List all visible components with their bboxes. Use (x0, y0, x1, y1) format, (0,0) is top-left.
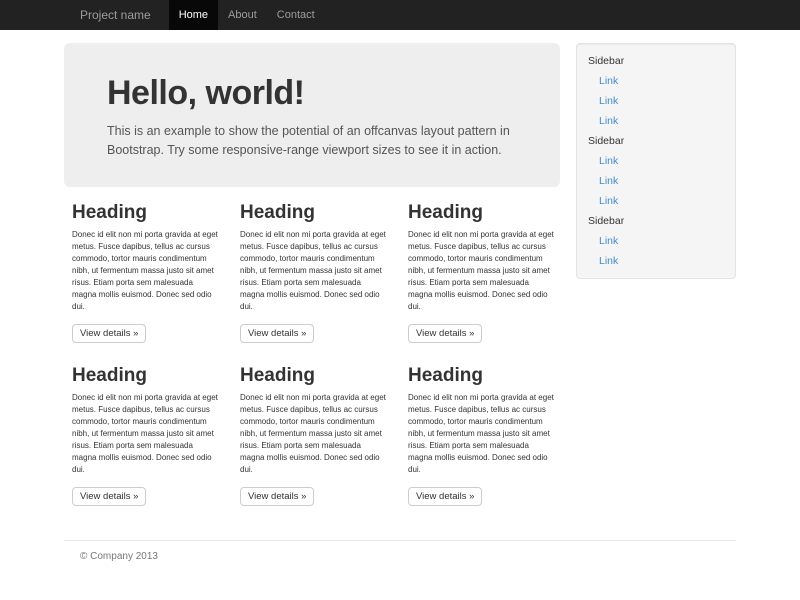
footer: © Company 2013 (64, 540, 736, 582)
feature-heading: Heading (240, 365, 387, 386)
main-column: Hello, world! This is an example to show… (64, 43, 560, 528)
feature-heading: Heading (408, 365, 555, 386)
navbar: Project name Home About Contact (0, 0, 800, 30)
content-row: Hello, world! This is an example to show… (64, 43, 736, 528)
sidebar-link[interactable]: Link (577, 91, 735, 111)
sidebar-link[interactable]: Link (577, 171, 735, 191)
sidebar-link[interactable]: Link (577, 231, 735, 251)
sidebar-group-3: Sidebar Link Link (577, 211, 735, 271)
feature-card: Heading Donec id elit non mi porta gravi… (232, 365, 400, 506)
feature-heading: Heading (72, 365, 219, 386)
view-details-button[interactable]: View details » (72, 324, 146, 343)
feature-heading: Heading (408, 202, 555, 223)
feature-body: Donec id elit non mi porta gravida at eg… (240, 229, 387, 313)
navbar-brand[interactable]: Project name (64, 0, 169, 30)
sidebar-link[interactable]: Link (577, 191, 735, 211)
sidebar-link[interactable]: Link (577, 251, 735, 271)
feature-card: Heading Donec id elit non mi porta gravi… (64, 202, 232, 343)
view-details-button[interactable]: View details » (408, 324, 482, 343)
view-details-button[interactable]: View details » (408, 487, 482, 506)
view-details-button[interactable]: View details » (240, 487, 314, 506)
footer-copyright: © Company 2013 (64, 541, 736, 582)
features-row-1: Heading Donec id elit non mi porta gravi… (64, 202, 560, 343)
feature-heading: Heading (72, 202, 219, 223)
nav-item-home[interactable]: Home (169, 0, 218, 30)
feature-card: Heading Donec id elit non mi porta gravi… (400, 365, 568, 506)
feature-body: Donec id elit non mi porta gravida at eg… (72, 392, 219, 476)
sidebar-heading: Sidebar (577, 211, 735, 231)
view-details-button[interactable]: View details » (72, 487, 146, 506)
feature-card: Heading Donec id elit non mi porta gravi… (232, 202, 400, 343)
sidebar-link[interactable]: Link (577, 111, 735, 131)
sidebar-well: Sidebar Link Link Link Sidebar Link Link… (576, 43, 736, 279)
jumbotron: Hello, world! This is an example to show… (64, 43, 560, 187)
feature-body: Donec id elit non mi porta gravida at eg… (240, 392, 387, 476)
feature-card: Heading Donec id elit non mi porta gravi… (64, 365, 232, 506)
sidebar-link[interactable]: Link (577, 71, 735, 91)
nav-item-contact[interactable]: Contact (267, 0, 325, 30)
sidebar-heading: Sidebar (577, 51, 735, 71)
feature-body: Donec id elit non mi porta gravida at eg… (408, 392, 555, 476)
jumbotron-title: Hello, world! (107, 73, 517, 113)
feature-body: Donec id elit non mi porta gravida at eg… (72, 229, 219, 313)
feature-heading: Heading (240, 202, 387, 223)
feature-body: Donec id elit non mi porta gravida at eg… (408, 229, 555, 313)
sidebar: Sidebar Link Link Link Sidebar Link Link… (576, 43, 736, 279)
sidebar-group-1: Sidebar Link Link Link (577, 51, 735, 131)
navbar-container: Project name Home About Contact (64, 0, 736, 30)
sidebar-link[interactable]: Link (577, 151, 735, 171)
feature-card: Heading Donec id elit non mi porta gravi… (400, 202, 568, 343)
sidebar-heading: Sidebar (577, 131, 735, 151)
page-container: Hello, world! This is an example to show… (64, 30, 736, 582)
sidebar-group-2: Sidebar Link Link Link (577, 131, 735, 211)
view-details-button[interactable]: View details » (240, 324, 314, 343)
jumbotron-body: This is an example to show the potential… (107, 122, 517, 160)
features-row-2: Heading Donec id elit non mi porta gravi… (64, 365, 560, 506)
nav-item-about[interactable]: About (218, 0, 267, 30)
navbar-items: Home About Contact (169, 0, 325, 30)
